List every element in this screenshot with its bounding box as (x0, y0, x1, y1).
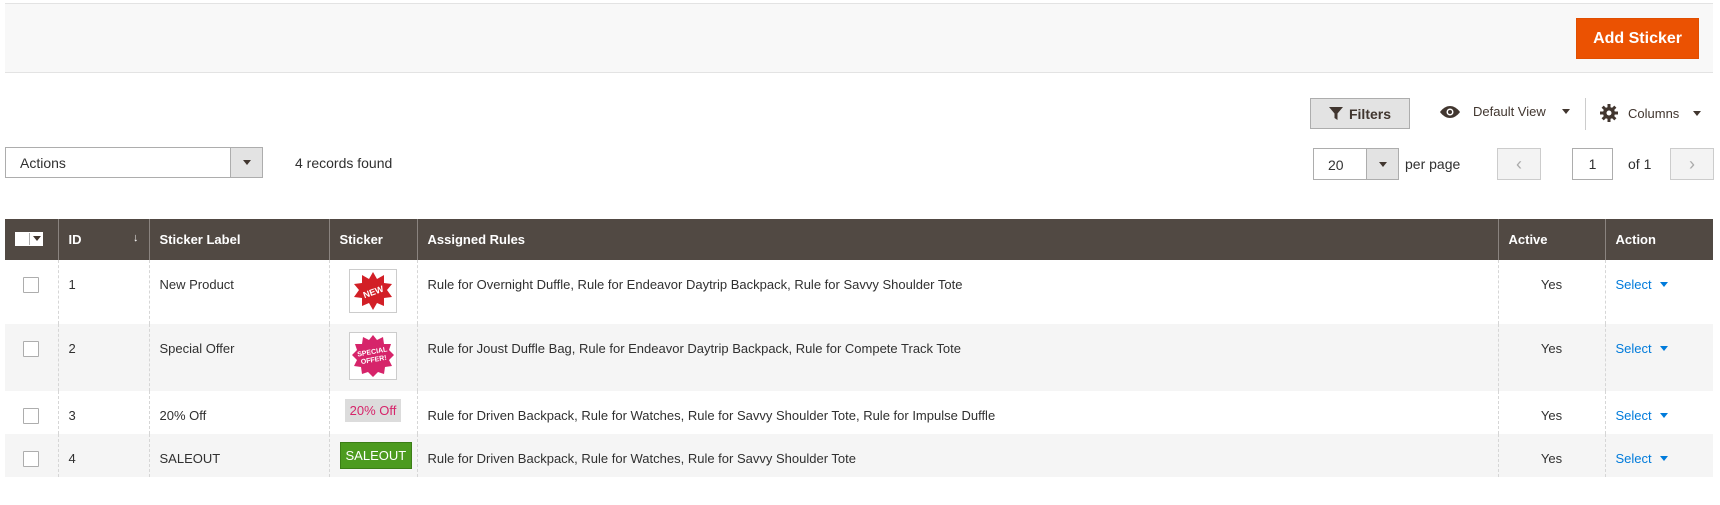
cell-sticker-label: SALEOUT (148, 434, 329, 477)
column-header-id[interactable]: ID ↓ (57, 219, 149, 260)
gear-icon (1600, 104, 1618, 122)
cell-assigned-rules: Rule for Driven Backpack, Rule for Watch… (416, 391, 1498, 434)
chevron-down-icon (1378, 161, 1387, 167)
cell-sticker: SPECIAL OFFER! (328, 324, 417, 391)
cell-sticker: SALEOUT (328, 434, 417, 477)
dropdown-toggle[interactable] (230, 148, 262, 177)
add-sticker-button[interactable]: Add Sticker (1576, 18, 1699, 59)
mass-select-checkbox[interactable] (15, 231, 43, 246)
column-header-active[interactable]: Active (1497, 219, 1605, 260)
row-action-select[interactable]: Select (1616, 451, 1668, 466)
cell-sticker: 20% Off (328, 391, 417, 434)
stickers-grid: ID ↓ Sticker Label Sticker Assigned Rules… (5, 219, 1713, 477)
filters-button[interactable]: Filters (1310, 98, 1410, 129)
table-row: 2 Special Offer SPECIAL OFFER! Rule for … (5, 324, 1713, 391)
cell-active: Yes (1497, 324, 1605, 391)
chevron-right-icon: › (1689, 153, 1695, 174)
sticker-preview: NEW (349, 269, 397, 313)
filter-icon (1328, 106, 1343, 120)
eye-icon (1440, 105, 1460, 118)
cell-sticker-label: Special Offer (148, 324, 329, 391)
row-checkbox[interactable] (23, 277, 40, 293)
row-select-cell[interactable] (5, 260, 58, 324)
mass-actions-dropdown[interactable]: Actions (5, 147, 263, 178)
sticker-text-badge: SALEOUT (339, 442, 413, 469)
cell-sticker-label: 20% Off (148, 391, 329, 434)
records-count: 4 records found (295, 155, 393, 171)
columns-switcher[interactable]: Columns (1600, 104, 1702, 122)
column-header-sticker-label[interactable]: Sticker Label (148, 219, 329, 260)
cell-assigned-rules: Rule for Overnight Duffle, Rule for Ende… (416, 260, 1498, 324)
chevron-down-icon (33, 236, 41, 241)
mass-actions-label: Actions (20, 155, 66, 171)
cell-id: 3 (57, 391, 149, 434)
special-offer-starburst-icon: SPECIAL OFFER! (352, 335, 394, 377)
view-switcher[interactable]: Default View (1439, 104, 1570, 119)
table-row: 3 20% Off 20% Off Rule for Driven Backpa… (5, 391, 1713, 434)
cell-active: Yes (1497, 434, 1605, 477)
row-action-select[interactable]: Select (1616, 277, 1668, 292)
row-select-cell[interactable] (5, 434, 58, 477)
per-page-value: 20 (1328, 157, 1344, 173)
cell-assigned-rules: Rule for Driven Backpack, Rule for Watch… (416, 434, 1498, 477)
row-checkbox[interactable] (23, 451, 40, 467)
chevron-down-icon (1659, 456, 1668, 461)
cell-action[interactable]: Select (1604, 391, 1713, 434)
chevron-down-icon (1561, 109, 1570, 114)
cell-action[interactable]: Select (1604, 260, 1713, 324)
mass-select-header[interactable] (5, 219, 58, 260)
filters-label: Filters (1348, 105, 1391, 122)
current-page-input[interactable] (1572, 148, 1613, 180)
total-pages: of 1 (1628, 156, 1652, 172)
column-header-assigned-rules[interactable]: Assigned Rules (416, 219, 1498, 260)
table-row: 1 New Product NEW Rule for Overnight Duf… (5, 260, 1713, 324)
cell-id: 2 (57, 324, 149, 391)
chevron-down-icon (1659, 346, 1668, 351)
row-action-select[interactable]: Select (1616, 408, 1668, 423)
chevron-left-icon: ‹ (1516, 153, 1522, 174)
table-row: 4 SALEOUT SALEOUT Rule for Driven Backpa… (5, 434, 1713, 477)
per-page-toggle[interactable] (1366, 149, 1398, 179)
row-checkbox[interactable] (23, 341, 40, 357)
cell-sticker: NEW (328, 260, 417, 324)
chevron-down-icon (1659, 413, 1668, 418)
sticker-text-badge: 20% Off (344, 399, 402, 422)
cell-assigned-rules: Rule for Joust Duffle Bag, Rule for Ende… (416, 324, 1498, 391)
per-page-select[interactable]: 20 (1313, 148, 1399, 180)
cell-active: Yes (1497, 260, 1605, 324)
column-header-action: Action (1604, 219, 1713, 260)
row-select-cell[interactable] (5, 324, 58, 391)
sticker-preview: SPECIAL OFFER! (349, 332, 397, 380)
columns-label: Columns (1628, 105, 1680, 121)
divider (1585, 98, 1586, 130)
row-action-select[interactable]: Select (1616, 341, 1668, 356)
chevron-down-icon (1693, 110, 1702, 116)
view-label: Default View (1473, 104, 1546, 119)
sort-arrow-icon: ↓ (133, 232, 139, 244)
cell-id: 1 (57, 260, 149, 324)
new-starburst-icon: NEW (354, 272, 392, 310)
grid-header-row: ID ↓ Sticker Label Sticker Assigned Rules… (5, 219, 1713, 260)
row-select-cell[interactable] (5, 391, 58, 434)
previous-page-button[interactable]: ‹ (1497, 148, 1541, 180)
cell-active: Yes (1497, 391, 1605, 434)
cell-id: 4 (57, 434, 149, 477)
per-page-label: per page (1405, 156, 1461, 172)
cell-sticker-label: New Product (148, 260, 329, 324)
row-checkbox[interactable] (23, 408, 40, 424)
cell-action[interactable]: Select (1604, 434, 1713, 477)
page-actions-bar: Add Sticker (5, 3, 1713, 73)
chevron-down-icon (242, 160, 251, 165)
chevron-down-icon (1659, 282, 1668, 287)
cell-action[interactable]: Select (1604, 324, 1713, 391)
column-header-sticker[interactable]: Sticker (328, 219, 417, 260)
next-page-button[interactable]: › (1670, 148, 1714, 180)
